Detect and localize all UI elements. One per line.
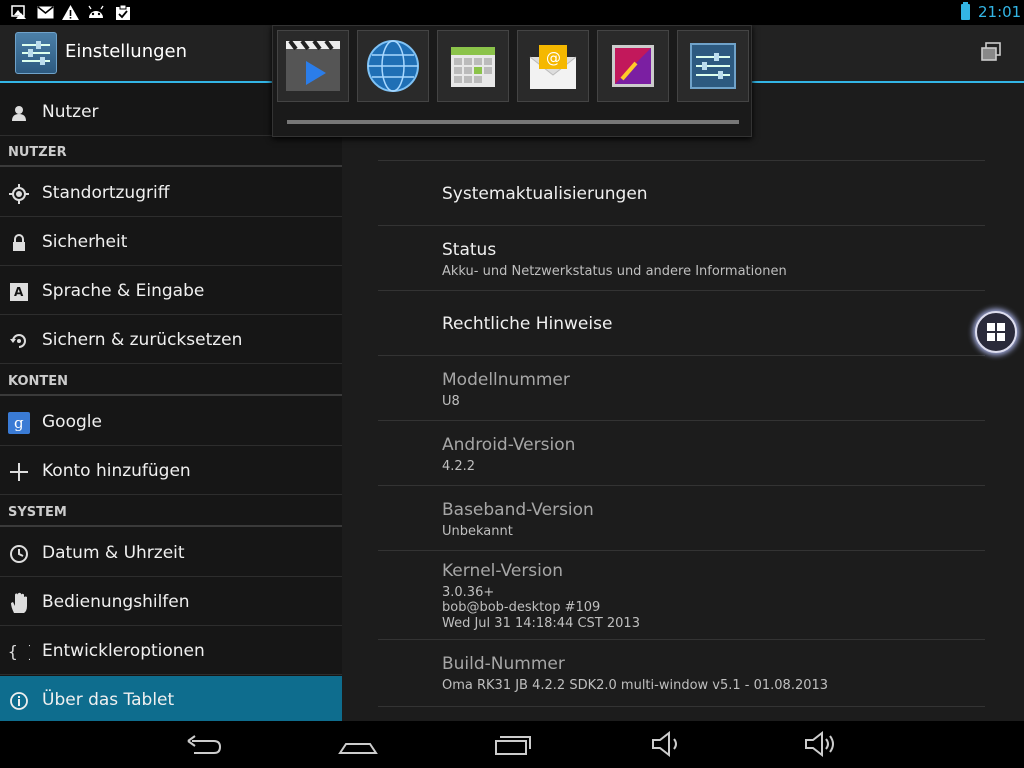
braces-icon: { }: [8, 641, 30, 663]
row-subtitle: 3.0.36+: [442, 585, 495, 600]
sidebar-item-label: Google: [42, 412, 102, 432]
page-title: Einstellungen: [65, 41, 188, 62]
row-title: Systemaktualisierungen: [442, 184, 648, 204]
system-navigation-bar: [0, 721, 1024, 768]
user-icon: [8, 102, 30, 124]
lock-icon: [8, 232, 30, 254]
multi-window-icon[interactable]: [981, 42, 1001, 61]
warning-icon: [61, 4, 79, 20]
list-item-status[interactable]: Status Akku- und Netzwerkstatus und ande…: [378, 225, 985, 291]
google-icon: g: [8, 412, 30, 434]
video-player-icon[interactable]: [277, 30, 349, 102]
clock-time: 21:01: [978, 3, 1022, 21]
sidebar-item-sichern-zuruecksetzen[interactable]: Sichern & zurücksetzen: [0, 316, 342, 364]
row-subtitle: Akku- und Netzwerkstatus und andere Info…: [442, 264, 787, 279]
sidebar-item-label: Entwickleroptionen: [42, 641, 205, 661]
row-subtitle: 4.2.2: [442, 459, 476, 474]
sidebar-item-label: Datum & Uhrzeit: [42, 543, 185, 563]
section-divider: [0, 394, 342, 396]
sidebar-item-label: Standortzugriff: [42, 183, 170, 203]
sidebar-item-label: Über das Tablet: [42, 690, 175, 710]
list-item-systemaktualisierungen[interactable]: Systemaktualisierungen: [378, 160, 985, 226]
sidebar-item-sprache-eingabe[interactable]: A Sprache & Eingabe: [0, 267, 342, 315]
sidebar-item-label: Sprache & Eingabe: [42, 281, 205, 301]
row-title: Build-Nummer: [442, 654, 565, 674]
gmail-icon: [36, 4, 54, 20]
section-header-nutzer: NUTZER: [8, 145, 67, 160]
plus-icon: [8, 461, 30, 483]
clock-icon: [8, 543, 30, 565]
settings-app-icon[interactable]: [15, 32, 57, 74]
section-header-konten: KONTEN: [8, 374, 69, 389]
list-item-android-version[interactable]: Android-Version 4.2.2: [378, 420, 985, 486]
svg-text:g: g: [14, 414, 24, 432]
section-divider: [0, 525, 342, 527]
svg-text:{ }: { }: [8, 642, 30, 661]
svg-text:A: A: [14, 285, 24, 299]
picture-warning-icon: [10, 4, 28, 20]
window-grid-icon: [987, 323, 1005, 341]
settings-sidebar: Nutzer NUTZER Standortzugriff Sicherheit…: [0, 83, 342, 721]
switcher-scroll-indicator: [287, 120, 739, 124]
section-divider: [0, 165, 342, 167]
row-title: Modellnummer: [442, 370, 570, 390]
row-subtitle: Oma RK31 JB 4.2.2 SDK2.0 multi-window v5…: [442, 678, 829, 693]
list-item-modellnummer: Modellnummer U8: [378, 355, 985, 421]
list-item-build-nummer: Build-Nummer Oma RK31 JB 4.2.2 SDK2.0 mu…: [378, 639, 985, 707]
sidebar-item-label: Sichern & zurücksetzen: [42, 330, 243, 350]
gallery-icon[interactable]: [597, 30, 669, 102]
browser-globe-icon[interactable]: [357, 30, 429, 102]
calendar-icon[interactable]: [437, 30, 509, 102]
row-subtitle: Wed Jul 31 14:18:44 CST 2013: [442, 616, 640, 631]
sidebar-item-datum-uhrzeit[interactable]: Datum & Uhrzeit: [0, 529, 342, 577]
app-switcher-popup: @: [272, 25, 752, 137]
android-icon: [87, 4, 105, 20]
row-subtitle: U8: [442, 394, 460, 409]
sidebar-item-bedienungshilfen[interactable]: Bedienungshilfen: [0, 578, 342, 626]
location-icon: [8, 183, 30, 205]
volume-up-icon[interactable]: [803, 730, 843, 758]
battery-icon: [961, 2, 970, 20]
back-icon[interactable]: [184, 731, 224, 757]
sidebar-item-konto-hinzufuegen[interactable]: Konto hinzufügen: [0, 447, 342, 495]
volume-down-icon[interactable]: [650, 730, 690, 758]
recents-icon[interactable]: [494, 731, 534, 757]
floating-window-button[interactable]: [975, 311, 1017, 353]
status-bar: 21:01: [0, 0, 1024, 25]
sidebar-item-label: Bedienungshilfen: [42, 592, 190, 612]
hand-icon: [8, 592, 30, 614]
info-icon: [8, 690, 30, 712]
home-icon[interactable]: [338, 731, 378, 757]
sidebar-item-standortzugriff[interactable]: Standortzugriff: [0, 169, 342, 217]
sidebar-item-label: Sicherheit: [42, 232, 128, 252]
sidebar-item-label: Konto hinzufügen: [42, 461, 191, 481]
sidebar-item-ueber-das-tablet[interactable]: Über das Tablet: [0, 676, 342, 721]
row-title: Status: [442, 240, 497, 260]
list-item-kernel-version: Kernel-Version 3.0.36+ bob@bob-desktop #…: [378, 550, 985, 640]
row-title: Rechtliche Hinweise: [442, 314, 613, 334]
language-icon: A: [8, 281, 30, 303]
row-subtitle: Unbekannt: [442, 524, 513, 539]
sidebar-item-label: Nutzer: [42, 102, 99, 122]
settings-icon[interactable]: [677, 30, 749, 102]
list-item-baseband-version: Baseband-Version Unbekannt: [378, 485, 985, 551]
sidebar-item-google[interactable]: g Google: [0, 398, 342, 446]
backup-icon: [8, 330, 30, 352]
row-title: Android-Version: [442, 435, 576, 455]
clipboard-check-icon: [114, 4, 132, 20]
email-icon[interactable]: @: [517, 30, 589, 102]
sidebar-item-sicherheit[interactable]: Sicherheit: [0, 218, 342, 266]
sidebar-item-entwickleroptionen[interactable]: { } Entwickleroptionen: [0, 627, 342, 675]
list-item-rechtliche-hinweise[interactable]: Rechtliche Hinweise: [378, 290, 985, 356]
row-subtitle: bob@bob-desktop #109: [442, 600, 601, 615]
row-title: Baseband-Version: [442, 500, 594, 520]
svg-text:@: @: [546, 49, 561, 67]
row-title: Kernel-Version: [442, 561, 564, 581]
section-header-system: SYSTEM: [8, 505, 67, 520]
